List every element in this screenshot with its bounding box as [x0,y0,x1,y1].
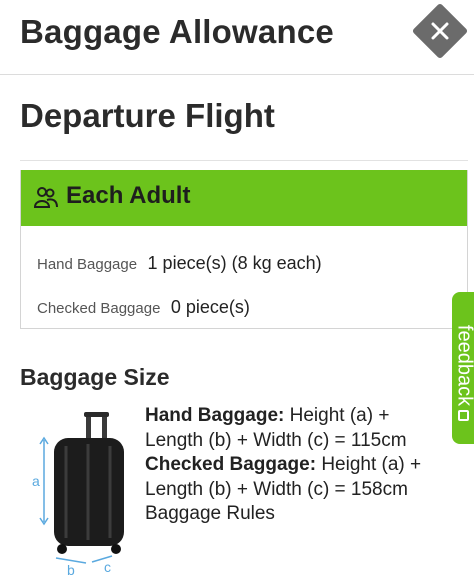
feedback-tab[interactable]: feedback [452,292,474,444]
checked-baggage-size-label: Checked Baggage: [145,454,317,475]
dimension-label-b: b [67,562,75,575]
passenger-allowance-card: Each Adult Hand Baggage 1 piece(s) (8 kg… [20,170,468,329]
checked-baggage-label: Checked Baggage [37,300,161,317]
hand-baggage-size-label: Hand Baggage: [145,405,285,426]
divider [20,160,468,167]
baggage-rules-link[interactable]: Baggage Rules [145,503,275,524]
passenger-type-label: Each Adult [66,182,191,209]
feedback-box-icon [458,410,469,421]
hand-baggage-value: 1 piece(s) (8 kg each) [147,253,322,273]
header-bar: Baggage Allowance [0,0,474,75]
checked-baggage-row: Checked Baggage 0 piece(s) [37,297,250,327]
checked-baggage-value: 0 piece(s) [170,297,250,317]
hand-baggage-label: Hand Baggage [37,256,138,273]
card-header: Each Adult [21,170,467,226]
close-button[interactable] [411,2,469,60]
close-x-icon [431,22,449,40]
passenger-group-icon [33,187,58,208]
baggage-size-description: Hand Baggage: Height (a) + Length (b) + … [145,404,445,527]
page-title: Baggage Allowance [20,13,334,50]
luggage-dimension-illustration: a b c [32,412,124,575]
dimension-label-c: c [104,559,111,575]
dimension-label-a: a [32,473,40,489]
departure-flight-heading: Departure Flight [20,97,275,134]
hand-baggage-row: Hand Baggage 1 piece(s) (8 kg each) [37,253,322,283]
baggage-size-heading: Baggage Size [20,364,170,390]
